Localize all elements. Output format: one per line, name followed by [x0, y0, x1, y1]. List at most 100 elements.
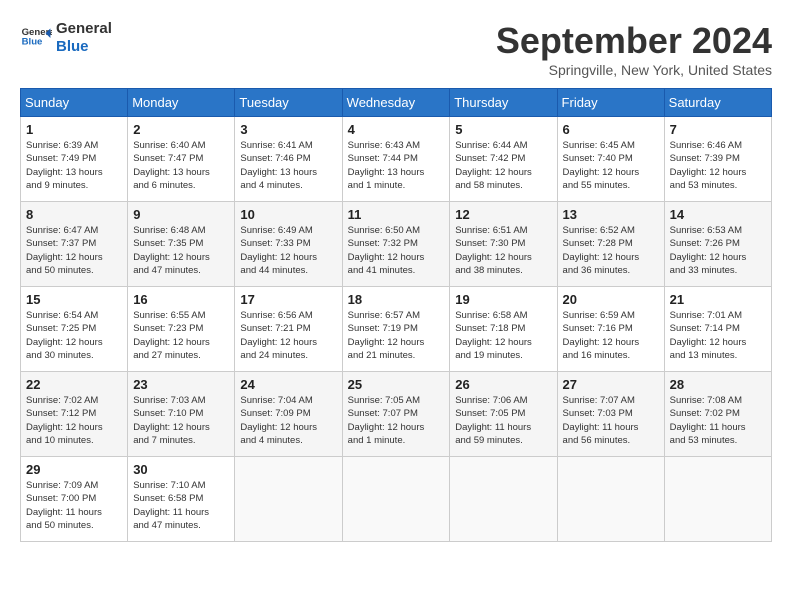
- logo-blue: Blue: [56, 38, 112, 56]
- day-number: 19: [455, 292, 551, 307]
- day-info: Sunrise: 6:53 AM Sunset: 7:26 PM Dayligh…: [670, 224, 766, 277]
- day-info: Sunrise: 6:47 AM Sunset: 7:37 PM Dayligh…: [26, 224, 122, 277]
- calendar-cell: 17Sunrise: 6:56 AM Sunset: 7:21 PM Dayli…: [235, 287, 342, 372]
- day-number: 3: [240, 122, 336, 137]
- day-number: 20: [563, 292, 659, 307]
- day-number: 24: [240, 377, 336, 392]
- calendar-cell: 5 Sunrise: 6:44 AM Sunset: 7:42 PM Daylig…: [450, 117, 557, 202]
- calendar-cell: 2 Sunrise: 6:40 AM Sunset: 7:47 PM Daylig…: [128, 117, 235, 202]
- calendar-table: SundayMondayTuesdayWednesdayThursdayFrid…: [20, 88, 772, 542]
- day-number: 22: [26, 377, 122, 392]
- calendar-cell: [342, 457, 450, 542]
- calendar-cell: 28Sunrise: 7:08 AM Sunset: 7:02 PM Dayli…: [664, 372, 771, 457]
- day-number: 15: [26, 292, 122, 307]
- day-info: Sunrise: 6:44 AM Sunset: 7:42 PM Dayligh…: [455, 139, 551, 192]
- calendar-cell: 4Sunrise: 6:43 AM Sunset: 7:44 PM Daylig…: [342, 117, 450, 202]
- day-info: Sunrise: 6:57 AM Sunset: 7:19 PM Dayligh…: [348, 309, 445, 362]
- svg-text:Blue: Blue: [22, 36, 43, 47]
- calendar-cell: 15Sunrise: 6:54 AM Sunset: 7:25 PM Dayli…: [21, 287, 128, 372]
- day-number: 29: [26, 462, 122, 477]
- day-info: Sunrise: 6:40 AM Sunset: 7:47 PM Dayligh…: [133, 139, 229, 192]
- calendar-cell: 8 Sunrise: 6:47 AM Sunset: 7:37 PM Daylig…: [21, 202, 128, 287]
- day-info: Sunrise: 6:50 AM Sunset: 7:32 PM Dayligh…: [348, 224, 445, 277]
- calendar-cell: 7Sunrise: 6:46 AM Sunset: 7:39 PM Daylig…: [664, 117, 771, 202]
- day-number: 10: [240, 207, 336, 222]
- day-info: Sunrise: 7:02 AM Sunset: 7:12 PM Dayligh…: [26, 394, 122, 447]
- calendar-cell: 23 Sunrise: 7:03 AM Sunset: 7:10 PM Dayli…: [128, 372, 235, 457]
- logo-icon: General Blue: [20, 22, 52, 54]
- weekday-header: Saturday: [664, 89, 771, 117]
- calendar-cell: 18 Sunrise: 6:57 AM Sunset: 7:19 PM Dayli…: [342, 287, 450, 372]
- day-number: 9: [133, 207, 229, 222]
- day-number: 5: [455, 122, 551, 137]
- day-info: Sunrise: 6:52 AM Sunset: 7:28 PM Dayligh…: [563, 224, 659, 277]
- day-number: 16: [133, 292, 229, 307]
- day-number: 23: [133, 377, 229, 392]
- calendar-cell: 29 Sunrise: 7:09 AM Sunset: 7:00 PM Dayli…: [21, 457, 128, 542]
- title-area: September 2024 Springville, New York, Un…: [496, 20, 772, 78]
- day-info: Sunrise: 7:06 AM Sunset: 7:05 PM Dayligh…: [455, 394, 551, 447]
- calendar-cell: 22 Sunrise: 7:02 AM Sunset: 7:12 PM Dayli…: [21, 372, 128, 457]
- calendar-cell: 20 Sunrise: 6:59 AM Sunset: 7:16 PM Dayli…: [557, 287, 664, 372]
- calendar-week-row: 29 Sunrise: 7:09 AM Sunset: 7:00 PM Dayli…: [21, 457, 772, 542]
- day-number: 18: [348, 292, 445, 307]
- day-info: Sunrise: 6:58 AM Sunset: 7:18 PM Dayligh…: [455, 309, 551, 362]
- calendar-week-row: 1 Sunrise: 6:39 AM Sunset: 7:49 PM Daylig…: [21, 117, 772, 202]
- day-info: Sunrise: 6:59 AM Sunset: 7:16 PM Dayligh…: [563, 309, 659, 362]
- calendar-cell: 25Sunrise: 7:05 AM Sunset: 7:07 PM Dayli…: [342, 372, 450, 457]
- day-info: Sunrise: 6:41 AM Sunset: 7:46 PM Dayligh…: [240, 139, 336, 192]
- weekday-header: Tuesday: [235, 89, 342, 117]
- day-number: 21: [670, 292, 766, 307]
- day-number: 6: [563, 122, 659, 137]
- day-number: 2: [133, 122, 229, 137]
- day-info: Sunrise: 7:09 AM Sunset: 7:00 PM Dayligh…: [26, 479, 122, 532]
- calendar-cell: [664, 457, 771, 542]
- calendar-cell: 24 Sunrise: 7:04 AM Sunset: 7:09 PM Dayli…: [235, 372, 342, 457]
- day-info: Sunrise: 7:03 AM Sunset: 7:10 PM Dayligh…: [133, 394, 229, 447]
- calendar-cell: 21Sunrise: 7:01 AM Sunset: 7:14 PM Dayli…: [664, 287, 771, 372]
- day-number: 30: [133, 462, 229, 477]
- weekday-header: Thursday: [450, 89, 557, 117]
- calendar-cell: 16 Sunrise: 6:55 AM Sunset: 7:23 PM Dayli…: [128, 287, 235, 372]
- day-info: Sunrise: 6:55 AM Sunset: 7:23 PM Dayligh…: [133, 309, 229, 362]
- calendar-cell: 19 Sunrise: 6:58 AM Sunset: 7:18 PM Dayli…: [450, 287, 557, 372]
- location: Springville, New York, United States: [496, 62, 772, 78]
- calendar-cell: 10Sunrise: 6:49 AM Sunset: 7:33 PM Dayli…: [235, 202, 342, 287]
- day-number: 7: [670, 122, 766, 137]
- logo-general: General: [56, 20, 112, 38]
- calendar-cell: [557, 457, 664, 542]
- day-info: Sunrise: 6:43 AM Sunset: 7:44 PM Dayligh…: [348, 139, 445, 192]
- day-number: 12: [455, 207, 551, 222]
- calendar-cell: 6Sunrise: 6:45 AM Sunset: 7:40 PM Daylig…: [557, 117, 664, 202]
- weekday-header: Monday: [128, 89, 235, 117]
- calendar-cell: 13 Sunrise: 6:52 AM Sunset: 7:28 PM Dayli…: [557, 202, 664, 287]
- calendar-cell: 27Sunrise: 7:07 AM Sunset: 7:03 PM Dayli…: [557, 372, 664, 457]
- day-info: Sunrise: 7:08 AM Sunset: 7:02 PM Dayligh…: [670, 394, 766, 447]
- day-info: Sunrise: 6:39 AM Sunset: 7:49 PM Dayligh…: [26, 139, 122, 192]
- day-number: 1: [26, 122, 122, 137]
- calendar-cell: 12 Sunrise: 6:51 AM Sunset: 7:30 PM Dayli…: [450, 202, 557, 287]
- day-info: Sunrise: 7:05 AM Sunset: 7:07 PM Dayligh…: [348, 394, 445, 447]
- day-number: 11: [348, 207, 445, 222]
- month-title: September 2024: [496, 20, 772, 62]
- day-number: 26: [455, 377, 551, 392]
- calendar-cell: [235, 457, 342, 542]
- calendar-week-row: 22 Sunrise: 7:02 AM Sunset: 7:12 PM Dayli…: [21, 372, 772, 457]
- day-info: Sunrise: 7:04 AM Sunset: 7:09 PM Dayligh…: [240, 394, 336, 447]
- calendar-cell: [450, 457, 557, 542]
- weekday-header: Wednesday: [342, 89, 450, 117]
- calendar-cell: 1 Sunrise: 6:39 AM Sunset: 7:49 PM Daylig…: [21, 117, 128, 202]
- day-info: Sunrise: 6:48 AM Sunset: 7:35 PM Dayligh…: [133, 224, 229, 277]
- day-info: Sunrise: 7:10 AM Sunset: 6:58 PM Dayligh…: [133, 479, 229, 532]
- day-number: 13: [563, 207, 659, 222]
- weekday-header: Sunday: [21, 89, 128, 117]
- calendar-header-row: SundayMondayTuesdayWednesdayThursdayFrid…: [21, 89, 772, 117]
- calendar-cell: 30 Sunrise: 7:10 AM Sunset: 6:58 PM Dayli…: [128, 457, 235, 542]
- weekday-header: Friday: [557, 89, 664, 117]
- calendar-week-row: 8 Sunrise: 6:47 AM Sunset: 7:37 PM Daylig…: [21, 202, 772, 287]
- calendar-cell: 11 Sunrise: 6:50 AM Sunset: 7:32 PM Dayli…: [342, 202, 450, 287]
- day-number: 17: [240, 292, 336, 307]
- day-number: 8: [26, 207, 122, 222]
- calendar-cell: 26 Sunrise: 7:06 AM Sunset: 7:05 PM Dayli…: [450, 372, 557, 457]
- day-info: Sunrise: 6:51 AM Sunset: 7:30 PM Dayligh…: [455, 224, 551, 277]
